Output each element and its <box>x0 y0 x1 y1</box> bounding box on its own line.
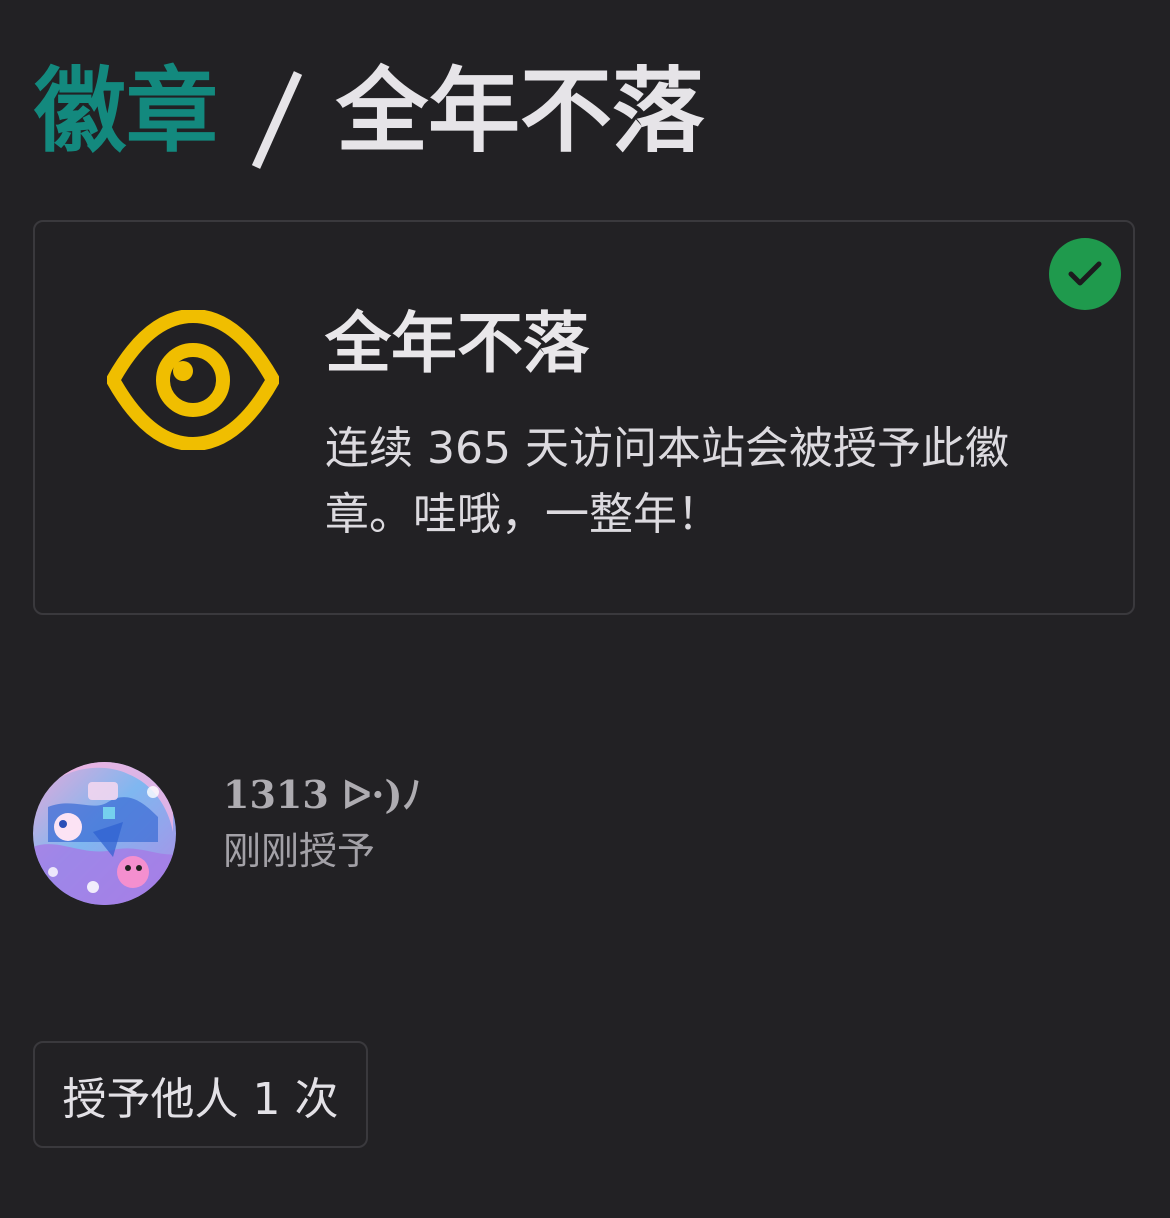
grant-to-others-button[interactable]: 授予他人 1 次 <box>33 1041 368 1148</box>
grantee-username[interactable]: 1313 ᐅ·)ﾉ <box>223 770 421 820</box>
badge-card: 全年不落 连续 365 天访问本站会被授予此徽章。哇哦，一整年！ <box>33 220 1135 615</box>
badge-description: 连续 365 天访问本站会被授予此徽章。哇哦，一整年！ <box>325 423 1009 540</box>
breadcrumb-badges-link[interactable]: 徽章 <box>34 66 218 158</box>
page-title: 全年不落 <box>336 58 705 165</box>
granted-check-icon <box>1049 238 1121 310</box>
avatar[interactable] <box>33 762 176 905</box>
breadcrumb: 徽章 全年不落 <box>34 52 704 172</box>
granted-time: 刚刚授予 <box>223 829 376 873</box>
grantee-entry: 1313 ᐅ·)ﾉ 刚刚授予 <box>33 762 733 908</box>
breadcrumb-separator <box>248 63 308 173</box>
badge-title: 全年不落 <box>325 305 589 382</box>
eye-icon <box>106 309 280 451</box>
